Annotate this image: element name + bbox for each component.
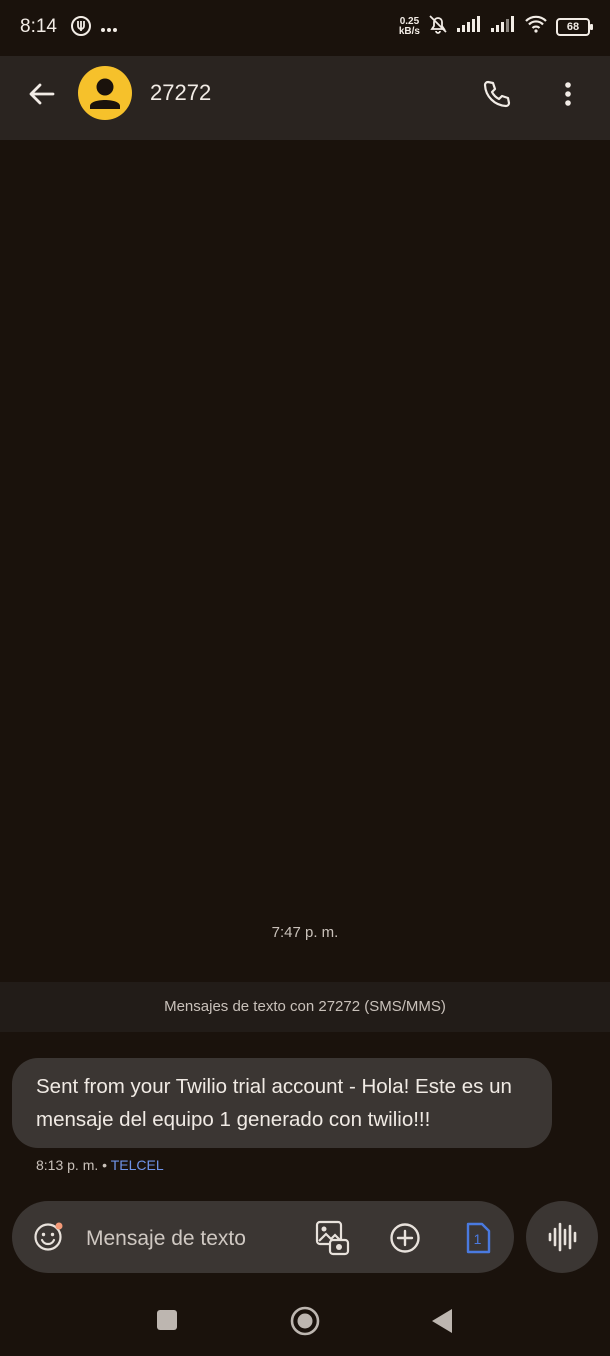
message-time: 8:13 p. m. [36,1157,99,1173]
date-separator: 7:47 p. m. [271,924,339,941]
sim-slot-label: 1 [474,1231,482,1247]
message-input[interactable] [84,1223,298,1255]
status-bar: 8:14 0.25 kB/s 68 [0,0,610,56]
home-button[interactable] [290,1306,320,1336]
message-composer: 1 [12,1201,514,1273]
gallery-icon [315,1220,350,1256]
back-button[interactable] [26,78,58,110]
recents-button[interactable] [157,1310,177,1330]
more-notifications-icon [100,20,118,38]
message-bubble[interactable]: Sent from your Twilio trial account - Ho… [12,1058,552,1148]
net-speed: 0.25 kB/s [398,15,420,37]
voice-icon [548,1222,577,1252]
avatar[interactable] [78,66,132,120]
signal-1-icon [456,15,482,38]
message-meta: 8:13 p. m. • TELCEL [36,1157,164,1173]
add-attachment-button[interactable] [388,1221,422,1255]
notification-icon [70,15,92,42]
message-carrier: TELCEL [110,1157,164,1173]
call-button[interactable] [480,78,512,110]
person-icon [90,78,120,109]
phone-icon [483,80,511,108]
bell-off-icon [428,14,448,39]
conversation-header: 27272 [0,56,610,140]
nav-back-button[interactable] [430,1307,454,1335]
sim-icon: 1 [466,1222,491,1254]
contact-name[interactable]: 27272 [150,80,211,106]
triangle-back-icon [432,1309,452,1333]
gallery-button[interactable] [314,1219,352,1257]
more-options-button[interactable] [556,78,580,110]
back-arrow-icon [29,83,55,105]
home-icon [290,1306,320,1336]
meta-separator: • [102,1157,108,1173]
signal-2-icon [490,15,516,38]
sim-select-button[interactable]: 1 [464,1221,492,1255]
emoji-icon [34,1222,63,1251]
conversation-info-banner: Mensajes de texto con 27272 (SMS/MMS) [0,982,610,1032]
more-vert-icon [565,82,571,106]
add-icon [390,1223,420,1253]
voice-message-button[interactable] [526,1201,598,1273]
emoji-button[interactable] [32,1221,64,1253]
battery-indicator: 68 [556,17,593,36]
status-time: 8:14 [20,16,57,37]
system-navigation-bar [0,1290,610,1356]
wifi-icon [524,15,548,38]
